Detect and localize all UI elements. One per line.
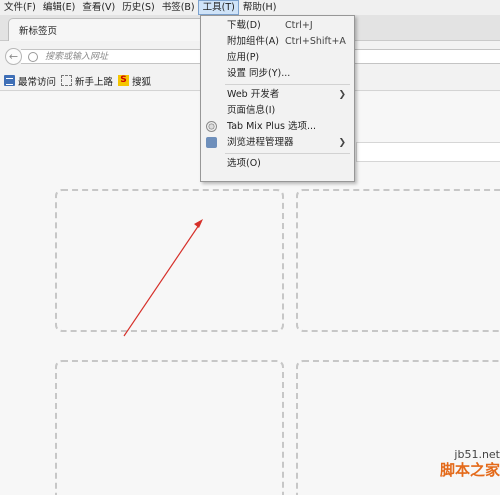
sohu-icon: S	[118, 75, 130, 86]
menu-item-downloads[interactable]: 下载(D) Ctrl+J	[201, 18, 354, 34]
bookmark-sohu[interactable]: S 搜狐	[118, 74, 151, 88]
menu-item-addons[interactable]: 附加组件(A) Ctrl+Shift+A	[201, 34, 354, 50]
bookmark-label: 新手上路	[75, 76, 114, 88]
watermark-name: 脚本之家	[439, 461, 500, 479]
menu-item-label: Tab Mix Plus 选项...	[227, 121, 316, 132]
bookmark-getting-started[interactable]: 新手上路	[61, 74, 113, 88]
menu-item-web-developer[interactable]: Web 开发者 ❯	[201, 87, 354, 103]
menu-item-tab-mix-plus-options[interactable]: Tab Mix Plus 选项...	[201, 119, 354, 135]
dashed-folder-icon	[61, 75, 73, 86]
menu-item-label: 附加组件(A)	[227, 36, 279, 47]
submenu-arrow-icon: ❯	[338, 90, 346, 100]
menu-help[interactable]: 帮助(H)	[239, 0, 280, 15]
new-tab-search-field[interactable]	[356, 142, 500, 162]
tab-title: 新标签页	[19, 26, 58, 37]
menu-item-sync-setup[interactable]: 设置 同步(Y)...	[201, 66, 354, 82]
bookmark-label: 最常访问	[18, 76, 57, 88]
menu-item-shortcut: Ctrl+J	[285, 20, 313, 31]
menu-file[interactable]: 文件(F)	[0, 0, 39, 15]
watermark: jb51.net 脚本之家	[390, 448, 500, 480]
menu-bar: 文件(F) 编辑(E) 查看(V) 历史(S) 书签(B) 工具(T) 帮助(H…	[0, 0, 500, 15]
empty-site-tile[interactable]	[55, 360, 284, 495]
most-visited-icon	[4, 75, 15, 86]
globe-icon	[28, 52, 38, 62]
process-manager-icon	[206, 137, 217, 148]
empty-site-tile[interactable]	[296, 189, 500, 332]
menu-edit[interactable]: 编辑(E)	[39, 0, 78, 15]
menu-item-shortcut: Ctrl+Shift+A	[285, 36, 346, 47]
submenu-arrow-icon: ❯	[338, 138, 346, 148]
menu-history[interactable]: 历史(S)	[118, 0, 157, 15]
menu-item-label: 浏览进程管理器	[227, 137, 294, 148]
menu-item-label: 应用(P)	[227, 52, 260, 63]
menu-item-process-manager[interactable]: 浏览进程管理器 ❯	[201, 135, 354, 151]
menu-item-label: 设置 同步(Y)...	[227, 68, 291, 79]
menu-item-label: 下载(D)	[227, 20, 261, 31]
menu-item-options[interactable]: 选项(O)	[201, 156, 354, 172]
menu-item-page-info[interactable]: 页面信息(I)	[201, 103, 354, 119]
menu-item-label: Web 开发者	[227, 89, 280, 100]
bookmark-label: 搜狐	[132, 76, 152, 88]
tab-new-tab[interactable]: 新标签页	[8, 18, 208, 41]
bookmark-most-visited[interactable]: 最常访问	[4, 74, 56, 88]
menu-separator	[225, 153, 350, 154]
menu-bookmarks[interactable]: 书签(B)	[158, 0, 198, 15]
menu-item-label: 选项(O)	[227, 158, 261, 169]
tools-menu: 下载(D) Ctrl+J 附加组件(A) Ctrl+Shift+A 应用(P) …	[200, 15, 355, 182]
menu-separator	[225, 84, 350, 85]
back-button[interactable]: ←	[5, 48, 22, 65]
menu-tools[interactable]: 工具(T)	[197, 0, 239, 15]
menu-view[interactable]: 查看(V)	[78, 0, 118, 15]
empty-site-tile[interactable]	[55, 189, 284, 332]
menu-item-apps[interactable]: 应用(P)	[201, 50, 354, 66]
back-arrow-icon: ←	[8, 50, 19, 63]
menu-item-label: 页面信息(I)	[227, 105, 276, 116]
gear-icon	[206, 121, 217, 132]
